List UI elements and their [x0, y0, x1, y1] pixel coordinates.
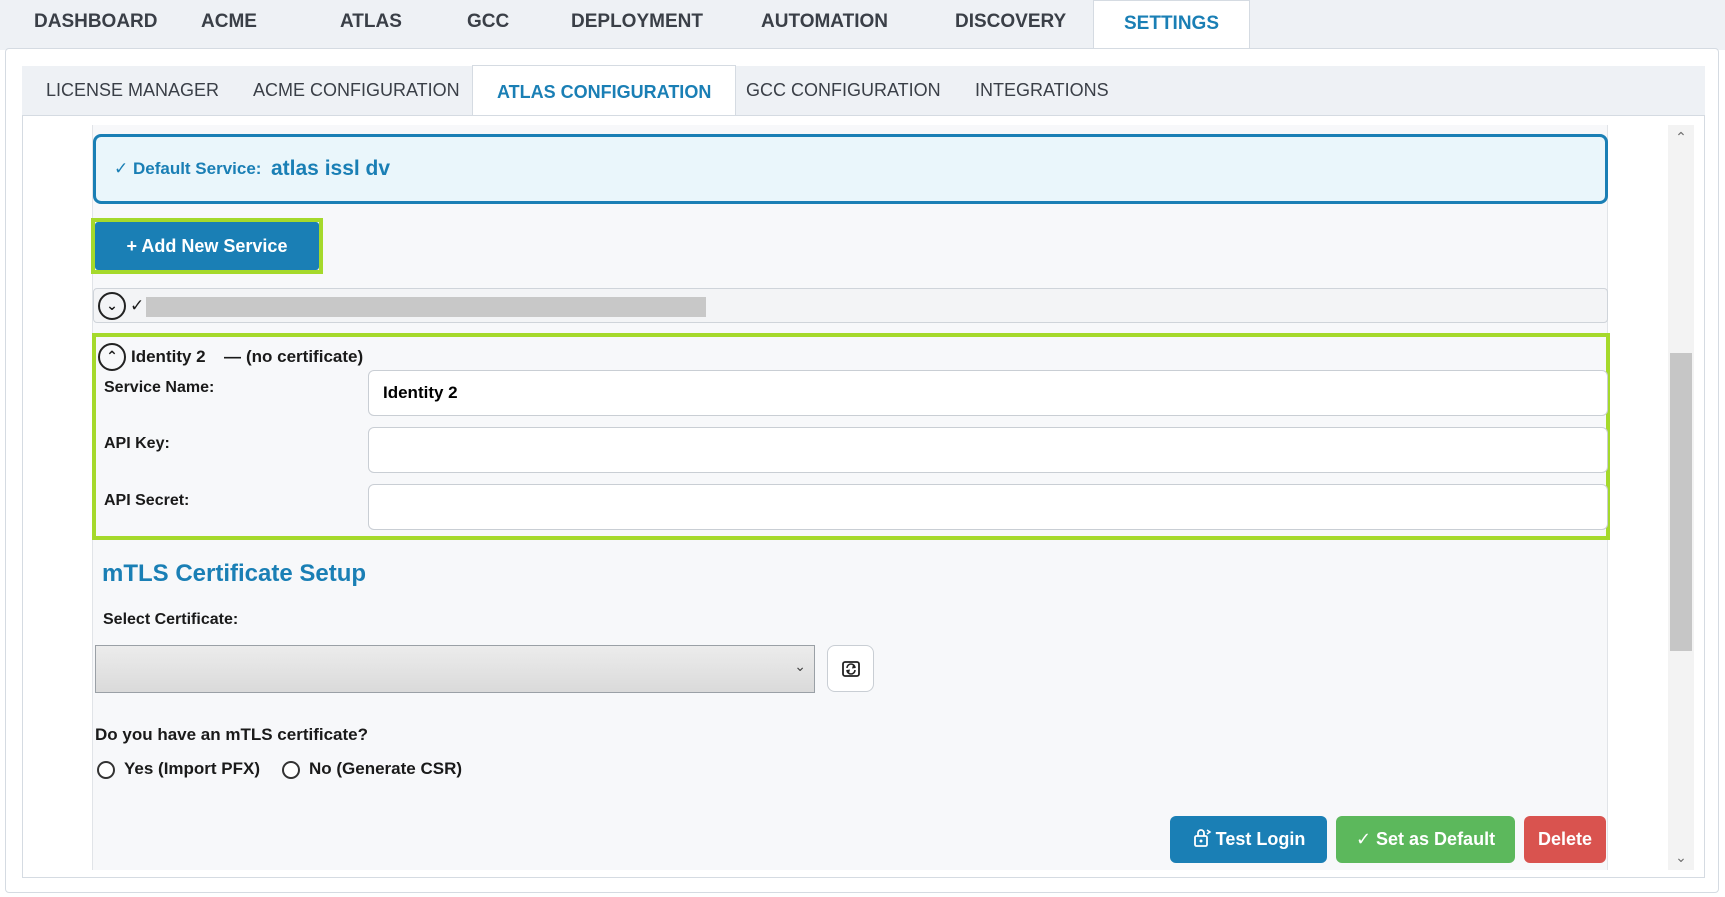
- tab-gcc-configuration[interactable]: GCC CONFIGURATION: [746, 66, 941, 116]
- radio-yes-import-pfx[interactable]: [97, 761, 115, 779]
- radio-yes-label[interactable]: Yes (Import PFX): [124, 759, 260, 779]
- mtls-question: Do you have an mTLS certificate?: [95, 725, 369, 744]
- set-as-default-button[interactable]: ✓ Set as Default: [1336, 816, 1515, 863]
- identity-cert-status: (no certificate): [246, 347, 364, 366]
- radio-no-generate-csr[interactable]: [282, 761, 300, 779]
- settings-sub-tab-bar: LICENSE MANAGER ACME CONFIGURATION ATLAS…: [22, 65, 1705, 117]
- select-certificate-label: Select Certificate:: [103, 611, 239, 628]
- service-name-label: Service Name:: [104, 379, 215, 396]
- test-login-button[interactable]: Test Login: [1170, 816, 1327, 863]
- delete-button[interactable]: Delete: [1524, 816, 1606, 863]
- chevron-down-icon: ⌄: [794, 658, 806, 674]
- tab-automation[interactable]: AUTOMATION: [753, 0, 896, 46]
- api-key-label: API Key:: [104, 435, 170, 452]
- scroll-up-icon[interactable]: ⌃: [1668, 127, 1694, 147]
- identity-header-dash: —: [224, 347, 241, 366]
- add-service-highlight: + Add New Service: [91, 218, 323, 274]
- add-new-service-button[interactable]: + Add New Service: [95, 222, 319, 270]
- tab-deployment[interactable]: DEPLOYMENT: [563, 0, 711, 46]
- lock-refresh-icon: [1193, 829, 1212, 847]
- chevron-down-icon[interactable]: ⌄: [98, 292, 126, 320]
- certificate-select[interactable]: ⌄: [95, 645, 815, 693]
- refresh-certificates-button[interactable]: [827, 645, 874, 692]
- api-secret-input[interactable]: [368, 484, 1608, 530]
- service-check-icon: ✓: [130, 296, 145, 315]
- tab-atlas[interactable]: ATLAS: [332, 0, 410, 46]
- test-login-label: Test Login: [1215, 829, 1306, 849]
- mtls-section-title: mTLS Certificate Setup: [102, 560, 367, 587]
- scroll-thumb[interactable]: [1670, 353, 1692, 651]
- tab-integrations[interactable]: INTEGRATIONS: [975, 66, 1109, 116]
- identity-header-name: Identity 2: [131, 347, 206, 366]
- vertical-scrollbar[interactable]: ⌃ ⌄: [1668, 125, 1694, 870]
- radio-no-label[interactable]: No (Generate CSR): [309, 759, 462, 779]
- tab-acme-configuration[interactable]: ACME CONFIGURATION: [253, 66, 460, 116]
- default-service-banner: ✓ Default Service: atlas issl dv: [93, 134, 1608, 204]
- api-secret-label: API Secret:: [104, 492, 190, 509]
- refresh-icon: [841, 660, 860, 677]
- tab-acme[interactable]: ACME: [193, 0, 265, 46]
- tab-license-manager[interactable]: LICENSE MANAGER: [46, 66, 219, 116]
- tab-gcc[interactable]: GCC: [459, 0, 517, 46]
- tab-atlas-configuration[interactable]: ATLAS CONFIGURATION: [472, 65, 737, 117]
- identity-service-panel: ⌃ Identity 2 — (no certificate) Service …: [92, 333, 1610, 540]
- tab-discovery[interactable]: DISCOVERY: [947, 0, 1074, 46]
- scroll-down-icon[interactable]: ⌄: [1668, 847, 1694, 867]
- tab-settings[interactable]: SETTINGS: [1093, 0, 1251, 50]
- chevron-up-icon[interactable]: ⌃: [98, 343, 126, 371]
- default-service-value: atlas issl dv: [271, 157, 391, 180]
- main-tab-bar: DASHBOARD ACME ATLAS GCC DEPLOYMENT AUTO…: [0, 0, 1725, 50]
- default-service-label: ✓ Default Service:: [114, 159, 262, 178]
- service-name-input[interactable]: [368, 370, 1608, 416]
- redacted-service-name: [146, 297, 706, 317]
- service-row-collapsed[interactable]: ⌄ ✓: [93, 288, 1608, 323]
- tab-dashboard[interactable]: DASHBOARD: [26, 0, 166, 46]
- api-key-input[interactable]: [368, 427, 1608, 473]
